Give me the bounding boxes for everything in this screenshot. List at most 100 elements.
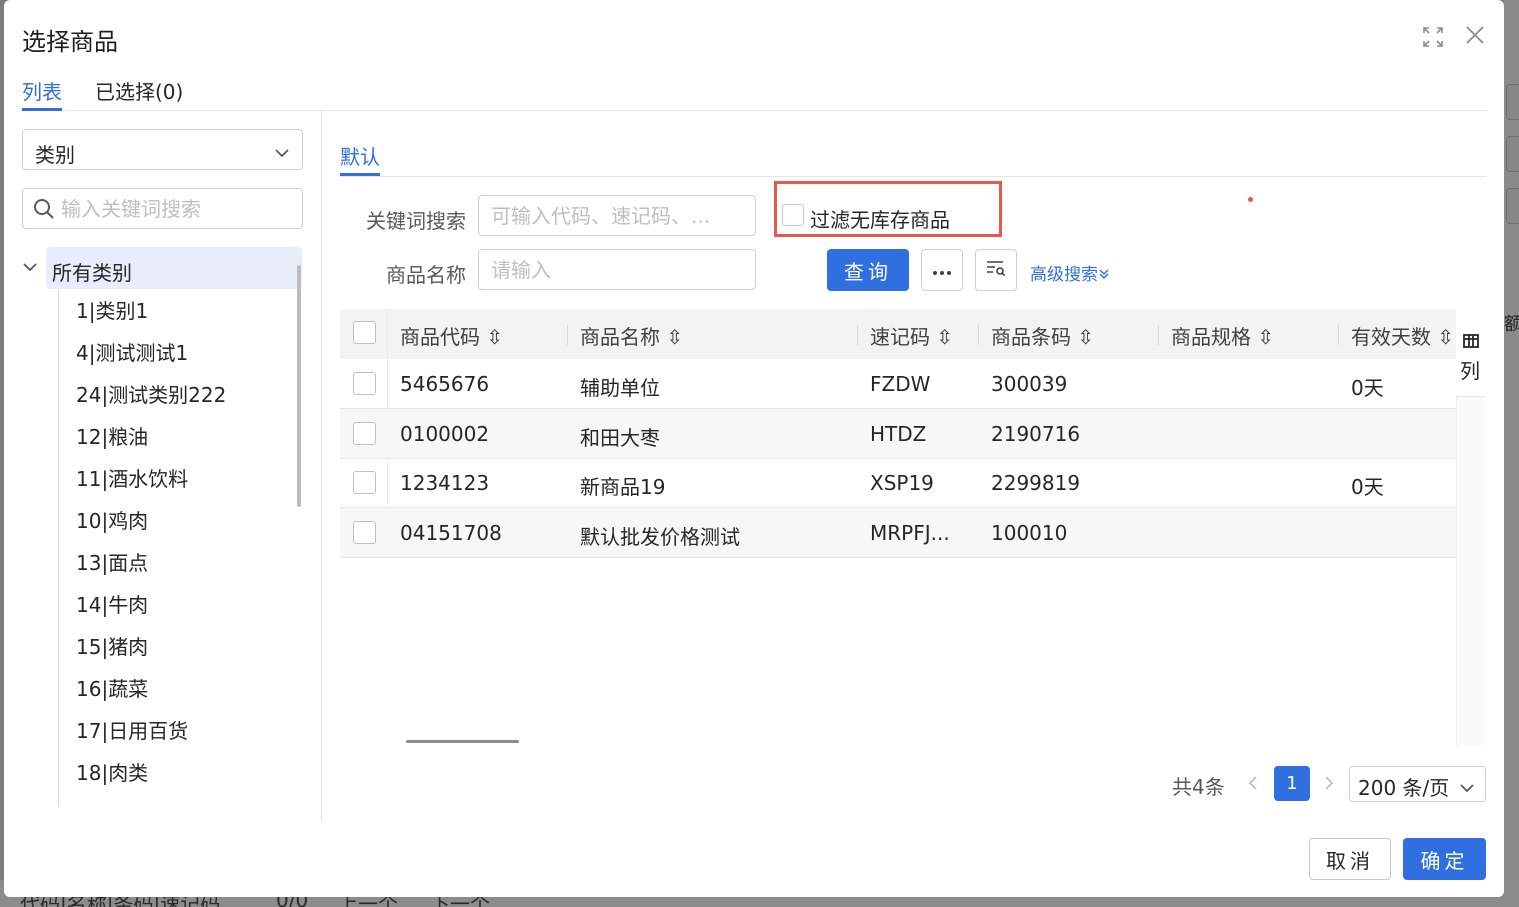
column-divider [857,325,858,345]
cell-barcode: 300039 [991,372,1068,396]
column-header-label: 商品条码 [991,325,1071,349]
advanced-search-label: 高级搜索 [1030,265,1098,285]
tree-item[interactable]: 11|酒水饮料 [76,464,188,494]
column-header-label: 商品代码 [400,325,480,349]
tree-item[interactable]: 24|测试类别222 [76,380,226,410]
list-search-icon [986,259,1006,281]
chevron-down-icon [274,142,290,166]
page-size-select[interactable]: 200 条/页 [1349,766,1486,802]
category-search [22,188,303,229]
cell-shortcode: HTDZ [870,422,927,446]
tree-item[interactable]: 13|面点 [76,548,148,578]
sort-icon: ⇳ [1431,325,1455,349]
cell-code: 5465676 [400,372,490,396]
tree-guide-line [58,291,59,807]
tree-item[interactable]: 10|鸡肉 [76,506,148,536]
cell-name: 和田大枣 [580,426,660,450]
tree-item[interactable]: 15|猪肉 [76,632,148,662]
keyword-label: 关键词搜索 [366,209,466,233]
sort-icon: ⇳ [480,325,504,349]
category-select-value: 类别 [35,143,75,167]
table-row[interactable]: 04151708 默认批发价格测试 MRPFJ... 100010 [340,508,1456,558]
row-checkbox[interactable] [353,521,376,544]
tab-default[interactable]: 默认 [340,139,380,176]
product-table: 商品代码 ⇳ 商品名称 ⇳ 速记码 ⇳ 商品条码 ⇳ 商品规格 ⇳ 有效天数 ⇳… [340,309,1486,746]
more-icon [932,261,952,280]
tab-selected[interactable]: 已选择(0) [95,76,183,111]
cell-name: 新商品19 [580,475,666,499]
tab-list[interactable]: 列表 [22,76,62,111]
column-header-barcode[interactable]: 商品条码 ⇳ [991,321,1094,350]
row-checkbox[interactable] [353,422,376,445]
column-header-code[interactable]: 商品代码 ⇳ [400,321,503,350]
cell-valid-days: 0天 [1351,475,1384,499]
column-divider [1158,325,1159,345]
tree-item[interactable]: 4|测试测试1 [76,338,188,368]
fullscreen-icon[interactable] [1420,24,1446,50]
column-settings-label: 列 [1460,359,1480,383]
keyword-input[interactable] [478,195,756,236]
table-row[interactable]: 1234123 新商品19 XSP19 2299819 0天 [340,458,1456,508]
filter-no-stock-label[interactable]: 过滤无库存商品 [810,204,950,233]
cell-shortcode: MRPFJ... [870,521,950,545]
pagination-total: 共4条 [1172,775,1225,799]
chevron-down-icon [1459,777,1475,801]
tab-divider [340,176,1486,177]
cell-shortcode: XSP19 [870,471,934,495]
dialog-tabs: 列表 已选择(0) [22,72,1486,111]
cell-barcode: 2299819 [991,471,1081,495]
column-header-name[interactable]: 商品名称 ⇳ [580,321,683,350]
close-icon[interactable] [1462,22,1488,48]
cell-barcode: 2190716 [991,422,1081,446]
table-row[interactable]: 5465676 辅助单位 FZDW 300039 0天 [340,359,1456,409]
cell-valid-days: 0天 [1351,376,1384,400]
column-settings-button[interactable]: 列 [1456,309,1486,397]
chevron-left-icon[interactable] [1246,775,1260,795]
category-panel: 类别 所有类别 1|类别1 4|测试测试1 24|测试类别222 12|粮油 1… [4,111,322,821]
cell-code: 04151708 [400,521,502,545]
tree-item[interactable]: 17|日用百货 [76,716,188,746]
cell-code: 1234123 [400,471,490,495]
tree-root-all-categories[interactable]: 所有类别 [46,247,302,289]
row-checkbox[interactable] [353,471,376,494]
tree-item[interactable]: 14|牛肉 [76,590,148,620]
chevron-right-icon[interactable] [1322,775,1336,795]
column-divider [978,325,979,345]
product-panel: 默认 关键词搜索 商品名称 过滤无库存商品 查询 高级搜索 [340,111,1486,821]
search-filter-button[interactable] [975,249,1017,291]
tree-item[interactable]: 18|肉类 [76,758,148,788]
row-checkbox[interactable] [353,372,376,395]
more-button[interactable] [921,249,963,291]
tree-item[interactable]: 16|蔬菜 [76,674,148,704]
column-header-label: 商品规格 [1171,325,1251,349]
tree-scrollbar[interactable] [297,265,301,507]
horizontal-scrollbar[interactable] [406,740,519,743]
filter-highlight-box: 过滤无库存商品 [774,181,1002,237]
select-all-checkbox[interactable] [353,321,376,344]
page-button-current[interactable]: 1 [1274,766,1310,801]
tree-item[interactable]: 12|粮油 [76,422,148,452]
column-header-shortcode[interactable]: 速记码 ⇳ [870,321,953,350]
category-tree: 所有类别 1|类别1 4|测试测试1 24|测试类别222 12|粮油 11|酒… [22,247,304,807]
tree-item[interactable]: 1|类别1 [76,296,148,326]
chevron-down-icon[interactable] [22,259,38,279]
filter-no-stock-checkbox[interactable] [782,204,804,226]
confirm-button[interactable]: 确定 [1403,838,1486,880]
category-type-select[interactable]: 类别 [22,129,303,170]
backdrop-right-text: 额 [1504,314,1519,335]
select-product-dialog: 选择商品 列表 已选择(0) 类别 所有类别 [4,0,1504,897]
cancel-button[interactable]: 取消 [1309,838,1391,880]
sort-icon: ⇳ [930,325,954,349]
cell-name: 默认批发价格测试 [580,525,740,549]
column-header-valid-days[interactable]: 有效天数 ⇳ [1351,321,1454,350]
backdrop-stub [1506,84,1519,120]
category-search-input[interactable] [61,195,291,223]
table-row[interactable]: 0100002 和田大枣 HTDZ 2190716 [340,409,1456,459]
table-header: 商品代码 ⇳ 商品名称 ⇳ 速记码 ⇳ 商品条码 ⇳ 商品规格 ⇳ 有效天数 ⇳ [340,309,1456,359]
query-button[interactable]: 查询 [827,249,909,291]
advanced-search-link[interactable]: 高级搜索 [1030,260,1110,285]
column-header-spec[interactable]: 商品规格 ⇳ [1171,321,1274,350]
cell-shortcode: FZDW [870,372,931,396]
column-header-label: 有效天数 [1351,325,1431,349]
product-name-input[interactable] [478,249,756,290]
